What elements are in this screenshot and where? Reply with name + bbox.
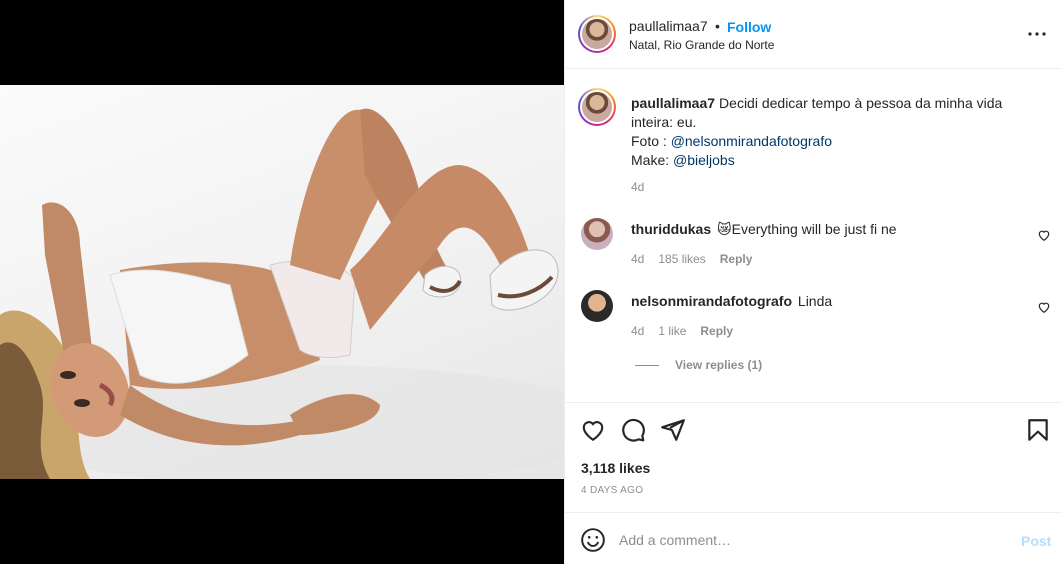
save-icon[interactable] [1025,417,1051,443]
caption-age: 4d [631,180,645,194]
emoji-icon[interactable] [580,527,606,553]
post-header: paullalimaa7 • Follow Natal, Rio Grande … [565,0,1062,69]
reply-button[interactable]: Reply [720,252,753,266]
commenter-username[interactable]: nelsonmirandafotografo [631,293,792,309]
follow-button[interactable]: Follow [727,19,771,35]
post-location[interactable]: Natal, Rio Grande do Norte [629,38,774,52]
comment-emoji: 😿 [717,221,732,237]
comment-like-icon[interactable] [1037,300,1051,314]
comment-input[interactable] [619,528,989,552]
like-icon[interactable] [580,417,606,443]
author-avatar[interactable] [578,15,616,53]
separator-dot: • [715,18,720,34]
likes-count[interactable]: 3,118 likes [581,460,650,476]
comment-meta: 4d 1 like Reply [631,324,747,338]
author-username[interactable]: paullalimaa7 [629,18,708,34]
reply-button[interactable]: Reply [700,324,733,338]
replies-divider [635,365,659,367]
more-options-icon[interactable] [1027,24,1047,44]
comment-meta: 4d 185 likes Reply [631,252,766,266]
post-media [0,0,564,564]
caption-avatar[interactable] [578,88,616,126]
view-replies-label: View replies (1) [675,358,763,372]
caption-username[interactable]: paullalimaa7 [631,95,715,111]
commenter-username[interactable]: thuriddukas [631,221,711,237]
commenter-avatar[interactable] [581,218,613,250]
post-actions: 3,118 likes 4 DAYS AGO [565,402,1062,512]
comment-likes[interactable]: 185 likes [658,252,705,266]
post-timestamp[interactable]: 4 DAYS AGO [581,485,643,496]
comment-age: 4d [631,252,645,266]
comment-text: nelsonmirandafotografo Linda [631,293,832,309]
post-comment-button[interactable]: Post [1021,533,1051,549]
post-photo[interactable] [0,85,564,479]
view-replies-button[interactable]: View replies (1) [635,358,762,372]
comment-age: 4d [631,324,645,338]
commenter-avatar[interactable] [581,290,613,322]
photographer-mention[interactable]: @nelsonmirandafotografo [671,133,832,149]
caption-photo-prefix: Foto : [631,133,671,149]
caption-text: paullalimaa7 Decidi dedicar tempo à pesso… [631,94,1041,170]
comment-like-icon[interactable] [1037,228,1051,242]
share-icon[interactable] [660,417,686,443]
comments-list[interactable]: paullalimaa7 Decidi dedicar tempo à pesso… [565,70,1062,402]
post-panel: paullalimaa7 • Follow Natal, Rio Grande … [564,0,1062,564]
caption-make-prefix: Make: [631,152,674,168]
makeup-mention[interactable]: @bieljobs [673,152,735,168]
comment-icon[interactable] [620,417,646,443]
add-comment-bar: Post [565,512,1062,564]
comment-body: Linda [797,293,833,309]
comment-likes[interactable]: 1 like [658,324,686,338]
comment-body: Everything will be just fi ne [731,221,897,237]
comment-text: thuriddukas 😿Everything will be just fi … [631,221,897,238]
